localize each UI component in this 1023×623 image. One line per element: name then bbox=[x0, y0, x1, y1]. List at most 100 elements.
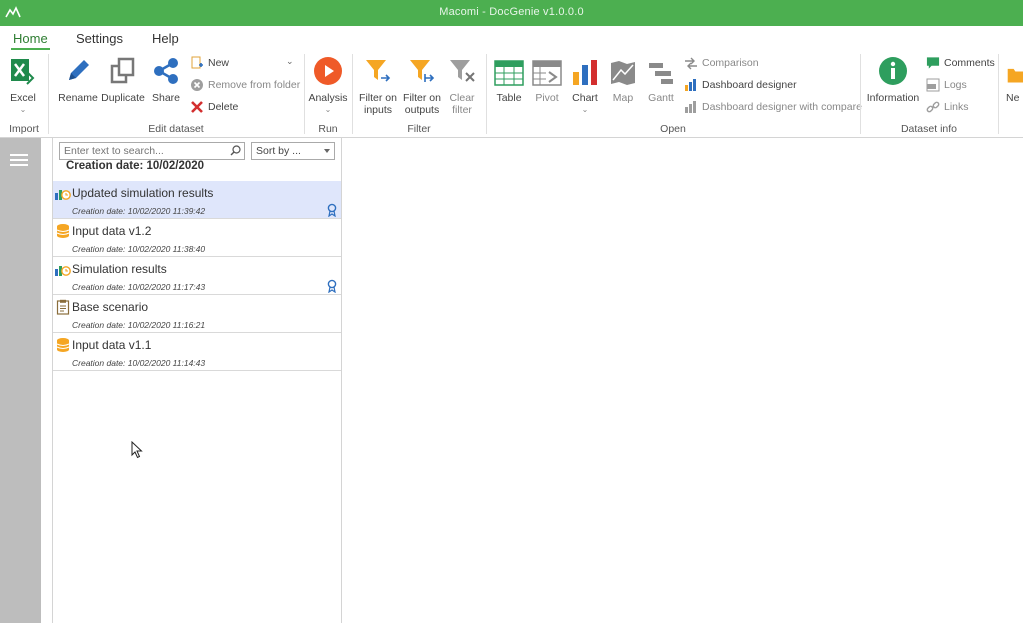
new-dropdown-chevron-icon[interactable]: ⌄ bbox=[286, 56, 294, 67]
ribbon: Excel ⌄ Import Rename Duplicate Share Ne… bbox=[0, 50, 1023, 138]
group-label-open: Open bbox=[660, 123, 686, 135]
item-name: Input data v1.1 bbox=[72, 338, 152, 352]
information-icon bbox=[879, 57, 907, 85]
share-button[interactable]: Share bbox=[149, 54, 183, 104]
clear-filter-button[interactable]: Clear filter bbox=[445, 54, 479, 116]
ribbon-separator bbox=[860, 54, 861, 134]
map-icon bbox=[611, 61, 635, 85]
duplicate-button[interactable]: Duplicate bbox=[101, 54, 145, 104]
tab-help[interactable]: Help bbox=[152, 31, 179, 46]
list-item[interactable]: Input data v1.1 Creation date: 10/02/202… bbox=[53, 333, 341, 371]
filter-on-inputs-button[interactable]: Filter on inputs bbox=[357, 54, 399, 116]
gantt-button[interactable]: Gantt bbox=[644, 54, 678, 104]
award-ribbon-icon bbox=[327, 279, 337, 293]
bar-chart-icon bbox=[573, 60, 597, 85]
database-icon bbox=[56, 224, 70, 238]
item-date: Creation date: 10/02/2020 11:16:21 bbox=[72, 320, 206, 330]
new-folder-button-partial[interactable]: Ne bbox=[1006, 54, 1023, 104]
group-label-import: Import bbox=[9, 123, 39, 135]
dataset-list: Updated simulation results Creation date… bbox=[53, 181, 341, 371]
search-box bbox=[59, 142, 245, 160]
item-date: Creation date: 10/02/2020 11:17:43 bbox=[72, 282, 206, 292]
delete-button[interactable]: Delete bbox=[190, 100, 238, 114]
remove-circle-icon bbox=[191, 79, 203, 91]
item-name: Input data v1.2 bbox=[72, 224, 152, 238]
pencil-icon bbox=[69, 60, 89, 80]
clipboard-icon bbox=[56, 299, 70, 315]
group-label-dataset-info: Dataset info bbox=[900, 123, 958, 135]
remove-from-folder-button[interactable]: Remove from folder bbox=[190, 78, 300, 92]
pivot-icon bbox=[532, 60, 562, 86]
filter-on-outputs-button[interactable]: Filter on outputs bbox=[401, 54, 443, 116]
map-button[interactable]: Map bbox=[606, 54, 640, 104]
dashboard-designer-button[interactable]: Dashboard designer bbox=[684, 78, 797, 92]
item-date: Creation date: 10/02/2020 11:38:40 bbox=[72, 244, 206, 254]
pivot-button[interactable]: Pivot bbox=[530, 54, 564, 104]
database-icon bbox=[56, 338, 70, 352]
links-button[interactable]: Links bbox=[926, 100, 969, 114]
table-icon bbox=[494, 60, 524, 86]
link-icon bbox=[926, 101, 940, 113]
comparison-button[interactable]: Comparison bbox=[684, 56, 759, 70]
table-button[interactable]: Table bbox=[492, 54, 526, 104]
log-file-icon bbox=[926, 78, 940, 92]
tab-settings[interactable]: Settings bbox=[76, 31, 123, 46]
sort-label: Sort by ... bbox=[256, 145, 301, 157]
information-button[interactable]: Information bbox=[866, 54, 920, 104]
dataset-panel: Sort by ... Creation date: 10/02/2020 Up… bbox=[52, 138, 342, 623]
logs-button[interactable]: Logs bbox=[926, 78, 967, 92]
chart-button[interactable]: Chart ⌄ bbox=[568, 54, 602, 116]
sort-dropdown[interactable]: Sort by ... bbox=[251, 142, 335, 160]
analysis-button[interactable]: Analysis ⌄ bbox=[308, 54, 348, 116]
group-label-run: Run bbox=[318, 123, 338, 135]
mouse-cursor-icon bbox=[131, 441, 143, 459]
list-item[interactable]: Simulation results Creation date: 10/02/… bbox=[53, 257, 341, 295]
title-bar: Macomi - DocGenie v1.0.0.0 bbox=[0, 0, 1023, 26]
group-label-filter: Filter bbox=[407, 123, 431, 135]
hamburger-menu-icon[interactable] bbox=[10, 154, 28, 169]
search-icon[interactable] bbox=[230, 145, 241, 156]
item-name: Base scenario bbox=[72, 300, 149, 314]
new-button[interactable]: New bbox=[190, 56, 229, 70]
ribbon-separator bbox=[304, 54, 305, 134]
comment-icon bbox=[926, 57, 940, 69]
clear-filter-icon bbox=[450, 60, 475, 82]
item-name: Updated simulation results bbox=[72, 186, 214, 200]
item-date: Creation date: 10/02/2020 11:14:43 bbox=[72, 358, 206, 368]
item-name: Simulation results bbox=[72, 262, 167, 276]
chevron-down-icon bbox=[324, 149, 330, 153]
search-input[interactable] bbox=[60, 143, 230, 159]
ribbon-tabs: Home Settings Help bbox=[0, 26, 1023, 50]
new-file-icon bbox=[191, 56, 203, 69]
filter-inputs-icon bbox=[366, 60, 391, 82]
duplicate-icon bbox=[110, 57, 135, 84]
play-icon bbox=[314, 57, 342, 85]
ribbon-separator bbox=[998, 54, 999, 134]
navigation-sidebar bbox=[0, 138, 41, 623]
ribbon-separator bbox=[352, 54, 353, 134]
excel-icon bbox=[11, 59, 35, 85]
group-label-edit-dataset: Edit dataset bbox=[148, 123, 204, 135]
list-item[interactable]: Base scenario Creation date: 10/02/2020 … bbox=[53, 295, 341, 333]
excel-button[interactable]: Excel ⌄ bbox=[6, 54, 40, 116]
ribbon-separator bbox=[486, 54, 487, 134]
folder-icon bbox=[1007, 68, 1023, 83]
delete-x-icon bbox=[191, 101, 203, 113]
dashboard-compare-icon bbox=[685, 101, 696, 113]
award-ribbon-icon bbox=[327, 203, 337, 217]
list-item[interactable]: Updated simulation results Creation date… bbox=[53, 181, 341, 219]
dashboard-designer-compare-button[interactable]: Dashboard designer with compare bbox=[684, 100, 862, 114]
gantt-icon bbox=[649, 63, 673, 84]
comments-button[interactable]: Comments bbox=[926, 56, 995, 70]
ribbon-separator bbox=[48, 54, 49, 134]
list-item[interactable]: Input data v1.2 Creation date: 10/02/202… bbox=[53, 219, 341, 257]
item-date: Creation date: 10/02/2020 11:39:42 bbox=[72, 206, 206, 216]
simulation-icon bbox=[55, 266, 71, 276]
simulation-icon bbox=[55, 190, 71, 200]
dashboard-icon bbox=[685, 79, 696, 91]
tab-home[interactable]: Home bbox=[11, 31, 50, 50]
date-group-header: Creation date: 10/02/2020 bbox=[66, 160, 205, 172]
filter-outputs-icon bbox=[410, 60, 435, 82]
rename-button[interactable]: Rename bbox=[58, 54, 98, 104]
compare-arrows-icon bbox=[685, 57, 697, 70]
